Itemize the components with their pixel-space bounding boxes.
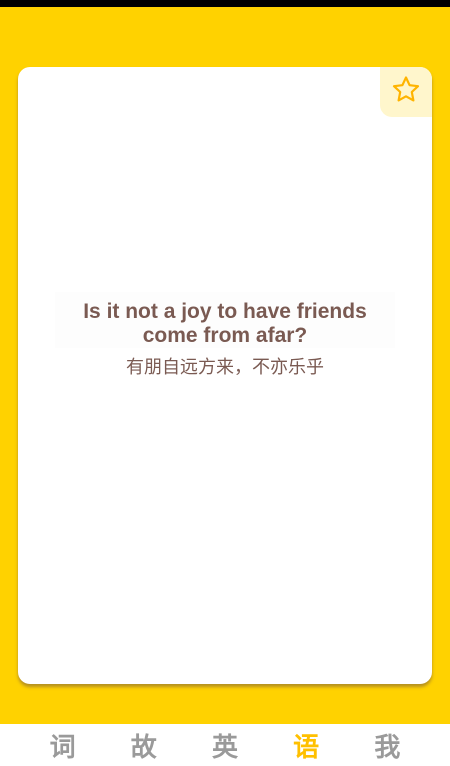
quote-block: Is it not a joy to have friends come fro… (18, 292, 432, 380)
tab-wo[interactable]: 我 (367, 727, 407, 763)
bottom-tab-bar: 词 故 英 语 我 (0, 724, 450, 766)
tab-gu[interactable]: 故 (124, 727, 164, 763)
tab-ci[interactable]: 词 (43, 727, 83, 763)
quote-english: Is it not a joy to have friends come fro… (55, 292, 395, 348)
star-outline-icon (390, 74, 422, 111)
quote-card: Is it not a joy to have friends come fro… (18, 67, 432, 684)
quote-chinese: 有朋自远方来，不亦乐乎 (126, 357, 324, 378)
favorite-button[interactable] (380, 67, 432, 117)
status-bar (0, 0, 450, 7)
tab-ying[interactable]: 英 (205, 727, 245, 763)
tab-yu[interactable]: 语 (286, 727, 326, 763)
